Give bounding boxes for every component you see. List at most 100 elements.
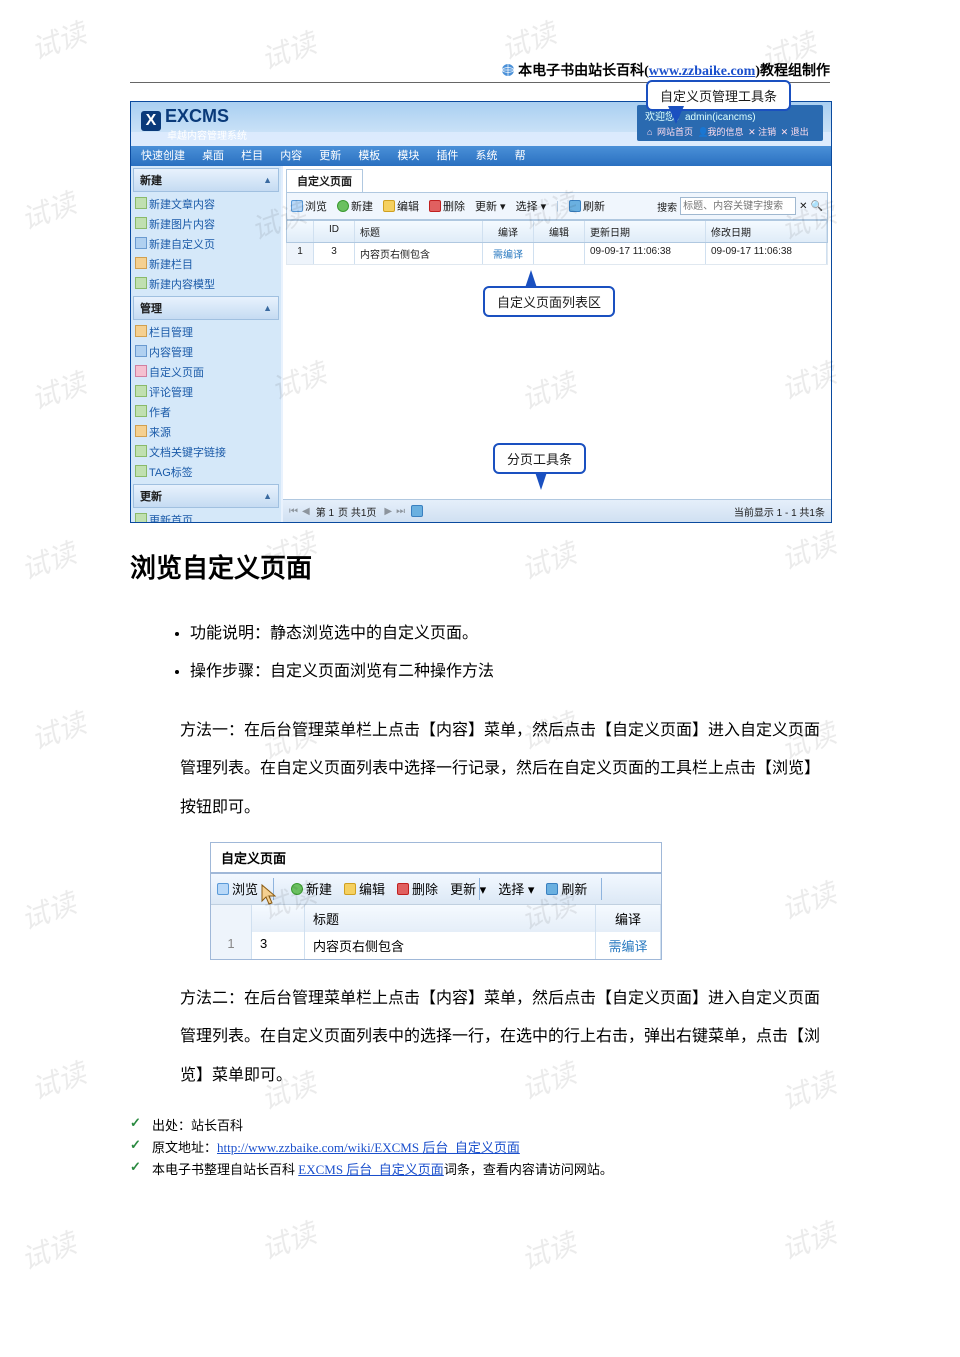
add-button[interactable]: 新建 xyxy=(337,198,373,214)
page-title: 浏览自定义页面 xyxy=(130,548,830,585)
search-label: 搜索 xyxy=(657,199,677,214)
table-row[interactable]: 1 3 内容页右侧包含 需编译 09-09-17 11:06:38 09-09-… xyxy=(286,243,828,265)
sidebar-item[interactable]: 新建图片内容 xyxy=(131,214,281,234)
link-exit[interactable]: 退出 xyxy=(791,127,809,137)
more-button[interactable]: 更新 ▾ xyxy=(450,879,486,898)
view-icon xyxy=(217,883,229,895)
sidebar-item[interactable]: 新建栏目 xyxy=(131,254,281,274)
mini-screenshot: 自定义页面 浏览 新建 编辑 删除 更新 ▾ 选择 ▾ 刷新 标题 编译 xyxy=(210,842,662,960)
col-compile: 编译 xyxy=(483,221,534,242)
next-icon[interactable]: ▶ xyxy=(384,506,392,517)
side-header-manage[interactable]: 管理▲ xyxy=(133,296,279,320)
exit-icon: ✕ xyxy=(781,127,789,138)
sidebar-item[interactable]: 新建自定义页 xyxy=(131,234,281,254)
cursor-icon xyxy=(261,879,279,899)
separator xyxy=(479,878,480,900)
sidebar-item[interactable]: 内容管理 xyxy=(131,342,281,362)
col-title: 标题 xyxy=(305,905,596,932)
sidebar-item[interactable]: 自定义页面 xyxy=(131,362,281,382)
callout-toolbar: 自定义页管理工具条 xyxy=(646,80,791,111)
footnote: 原文地址：http://www.zzbaike.com/wiki/EXCMS 后… xyxy=(130,1137,830,1156)
view-button[interactable]: 浏览 xyxy=(217,879,279,899)
col-modify: 修改日期 xyxy=(706,221,827,242)
pager-refresh-icon[interactable] xyxy=(411,505,423,517)
del-button[interactable]: 删除 xyxy=(397,879,438,898)
sidebar-item[interactable]: 更新首页 xyxy=(131,510,281,522)
list-item: 操作步骤：自定义页面浏览有二种操作方法 xyxy=(190,653,830,691)
sidebar-item[interactable]: TAG标签 xyxy=(131,462,281,482)
link-home[interactable]: 网站首页 xyxy=(657,127,693,137)
watermark: 试读 xyxy=(515,1222,581,1279)
logo-subtitle: 卓越内容管理系统 xyxy=(167,127,247,142)
search-box: 搜索 ✕ 🔍 xyxy=(657,197,823,215)
refresh-icon xyxy=(569,200,581,212)
main-menu: 快速创建 桌面 栏目 内容 更新 模板 模块 插件 系统 帮 xyxy=(131,146,831,166)
view-button[interactable]: 浏览 xyxy=(291,198,327,214)
sidebar-item[interactable]: 评论管理 xyxy=(131,382,281,402)
add-button[interactable]: 新建 xyxy=(291,879,332,898)
admin-screenshot: XEXCMS 卓越内容管理系统 欢迎您，admin(icancms) ⌂网站首页… xyxy=(130,101,832,523)
del-button[interactable]: 删除 xyxy=(429,198,465,214)
entry-link[interactable]: EXCMS 后台_自定义页面 xyxy=(298,1162,444,1177)
user-icon: 👤 xyxy=(698,127,706,138)
link-logout[interactable]: 注销 xyxy=(758,127,776,137)
del-icon xyxy=(397,883,409,895)
first-icon[interactable]: ⏮ xyxy=(289,506,298,517)
sidebar-item[interactable]: 作者 xyxy=(131,402,281,422)
search-input[interactable] xyxy=(680,197,796,215)
last-icon[interactable]: ⏭ xyxy=(396,506,405,517)
sidebar-item[interactable]: 文档关键字链接 xyxy=(131,442,281,462)
col-title: 标题 xyxy=(355,221,483,242)
menu-item[interactable]: 帮 xyxy=(515,150,526,162)
add-icon xyxy=(337,200,349,212)
menu-item[interactable]: 桌面 xyxy=(202,150,224,162)
select-button[interactable]: 选择 ▾ xyxy=(516,198,547,214)
menu-item[interactable]: 插件 xyxy=(436,150,458,162)
sidebar: 新建▲ 新建文章内容 新建图片内容 新建自定义页 新建栏目 新建内容模型 管理▲… xyxy=(131,166,281,522)
footnotes: 出处：站长百科 原文地址：http://www.zzbaike.com/wiki… xyxy=(130,1115,830,1178)
view-icon xyxy=(291,200,303,212)
menu-item[interactable]: 更新 xyxy=(319,150,341,162)
edit-button[interactable]: 编辑 xyxy=(383,198,419,214)
separator xyxy=(601,878,602,900)
home-icon: ⌂ xyxy=(647,127,655,137)
side-header-new[interactable]: 新建▲ xyxy=(133,168,279,192)
side-header-update[interactable]: 更新▲ xyxy=(133,484,279,508)
search-icon[interactable]: 🔍 xyxy=(811,201,823,212)
table-row[interactable]: 1 3 内容页右侧包含 需编译 xyxy=(211,932,661,959)
footnote: 本电子书整理自站长百科 EXCMS 后台_自定义页面词条，查看内容请访问网站。 xyxy=(130,1159,830,1178)
tab-custom-page[interactable]: 自定义页面 xyxy=(286,169,363,192)
prev-icon[interactable]: ◀ xyxy=(302,506,310,517)
link-info[interactable]: 我的信息 xyxy=(708,127,744,137)
edit-icon xyxy=(383,200,395,212)
select-button[interactable]: 选择 ▾ xyxy=(498,879,534,898)
source-link[interactable]: http://www.zzbaike.com/wiki/EXCMS 后台_自定义… xyxy=(217,1140,520,1155)
menu-item[interactable]: 内容 xyxy=(280,150,302,162)
menu-item[interactable]: 快速创建 xyxy=(141,150,185,162)
more-button[interactable]: 更新 ▾ xyxy=(475,198,506,214)
mini-tab[interactable]: 自定义页面 xyxy=(211,843,661,874)
credit-link[interactable]: www.zzbaike.com xyxy=(649,64,756,79)
pager-status: 当前显示 1 - 1 共1条 xyxy=(734,504,825,519)
callout-list: 自定义页面列表区 xyxy=(483,286,615,317)
sidebar-item[interactable]: 来源 xyxy=(131,422,281,442)
grid-header: ID 标题 编译 编辑 更新日期 修改日期 xyxy=(286,220,828,243)
menu-item[interactable]: 系统 xyxy=(476,150,498,162)
refresh-button[interactable]: 刷新 xyxy=(569,198,605,214)
menu-item[interactable]: 模块 xyxy=(397,150,419,162)
sidebar-item[interactable]: 栏目管理 xyxy=(131,322,281,342)
sidebar-item[interactable]: 新建文章内容 xyxy=(131,194,281,214)
paragraph: 方法二：在后台管理菜单栏上点击【内容】菜单，然后点击【自定义页面】进入自定义页面… xyxy=(180,980,830,1095)
edit-button[interactable]: 编辑 xyxy=(344,879,385,898)
clear-icon[interactable]: ✕ xyxy=(799,201,807,212)
credit-suffix: )教程组制作 xyxy=(755,64,830,79)
del-icon xyxy=(429,200,441,212)
col-update: 更新日期 xyxy=(585,221,706,242)
menu-item[interactable]: 模板 xyxy=(358,150,380,162)
refresh-button[interactable]: 刷新 xyxy=(546,879,587,898)
refresh-icon xyxy=(546,883,558,895)
sidebar-item[interactable]: 新建内容模型 xyxy=(131,274,281,294)
menu-item[interactable]: 栏目 xyxy=(241,150,263,162)
col-id: ID xyxy=(314,221,355,242)
bullet-list: 功能说明：静态浏览选中的自定义页面。 操作步骤：自定义页面浏览有二种操作方法 xyxy=(130,615,830,692)
